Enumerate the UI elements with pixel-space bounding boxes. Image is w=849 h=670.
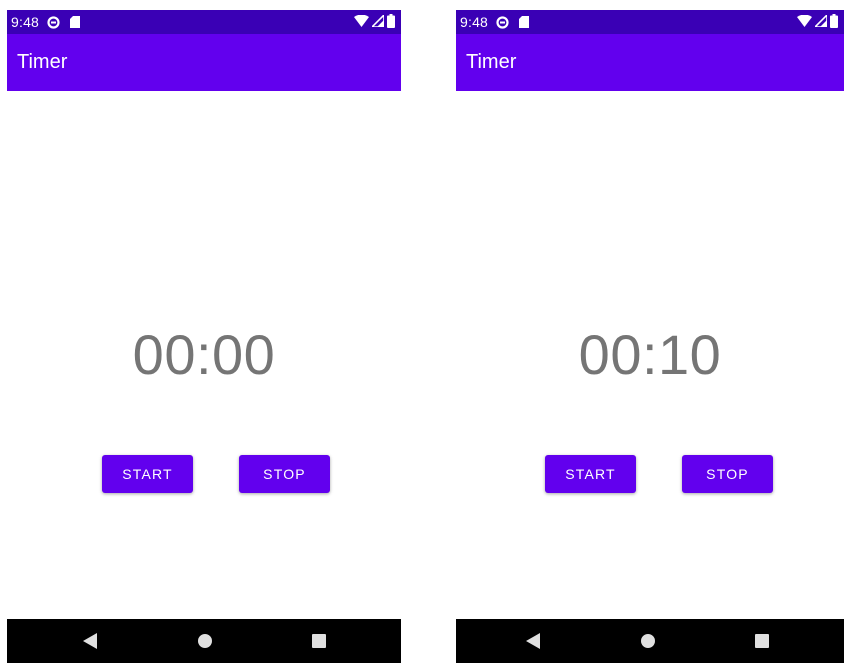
battery-icon [830, 14, 838, 28]
stop-button[interactable]: STOP [239, 455, 330, 493]
back-icon[interactable] [523, 631, 543, 651]
recents-icon[interactable] [752, 631, 772, 651]
navigation-bar [7, 619, 401, 663]
status-time: 9:48 [460, 14, 489, 30]
app-bar: Timer [7, 34, 401, 91]
status-bar: 9:48 [456, 10, 844, 34]
home-icon[interactable] [195, 631, 215, 651]
sd-card-icon [519, 16, 530, 28]
wifi-icon [797, 15, 812, 27]
battery-icon [387, 14, 395, 28]
status-bar: 9:48 [7, 10, 401, 34]
stop-button[interactable]: STOP [682, 455, 773, 493]
sd-card-icon [70, 16, 81, 28]
signal-icon [815, 15, 827, 27]
phone-screen-right: 9:48 Timer 00:10 START STOP [456, 10, 844, 663]
start-button[interactable]: START [102, 455, 193, 493]
app-bar: Timer [456, 34, 844, 91]
home-icon[interactable] [638, 631, 658, 651]
data-saver-icon [496, 15, 509, 29]
signal-icon [372, 15, 384, 27]
timer-display: 00:00 [132, 323, 276, 386]
recents-icon[interactable] [309, 631, 329, 651]
app-title: Timer [17, 51, 68, 73]
status-time: 9:48 [11, 14, 40, 30]
app-title: Timer [466, 51, 517, 73]
navigation-bar [456, 619, 844, 663]
data-saver-icon [47, 15, 60, 29]
wifi-icon [354, 15, 369, 27]
back-icon[interactable] [80, 631, 100, 651]
start-button[interactable]: START [545, 455, 636, 493]
phone-screen-left: 9:48 Timer 00:00 START STOP [7, 10, 401, 663]
timer-display: 00:10 [578, 323, 722, 386]
